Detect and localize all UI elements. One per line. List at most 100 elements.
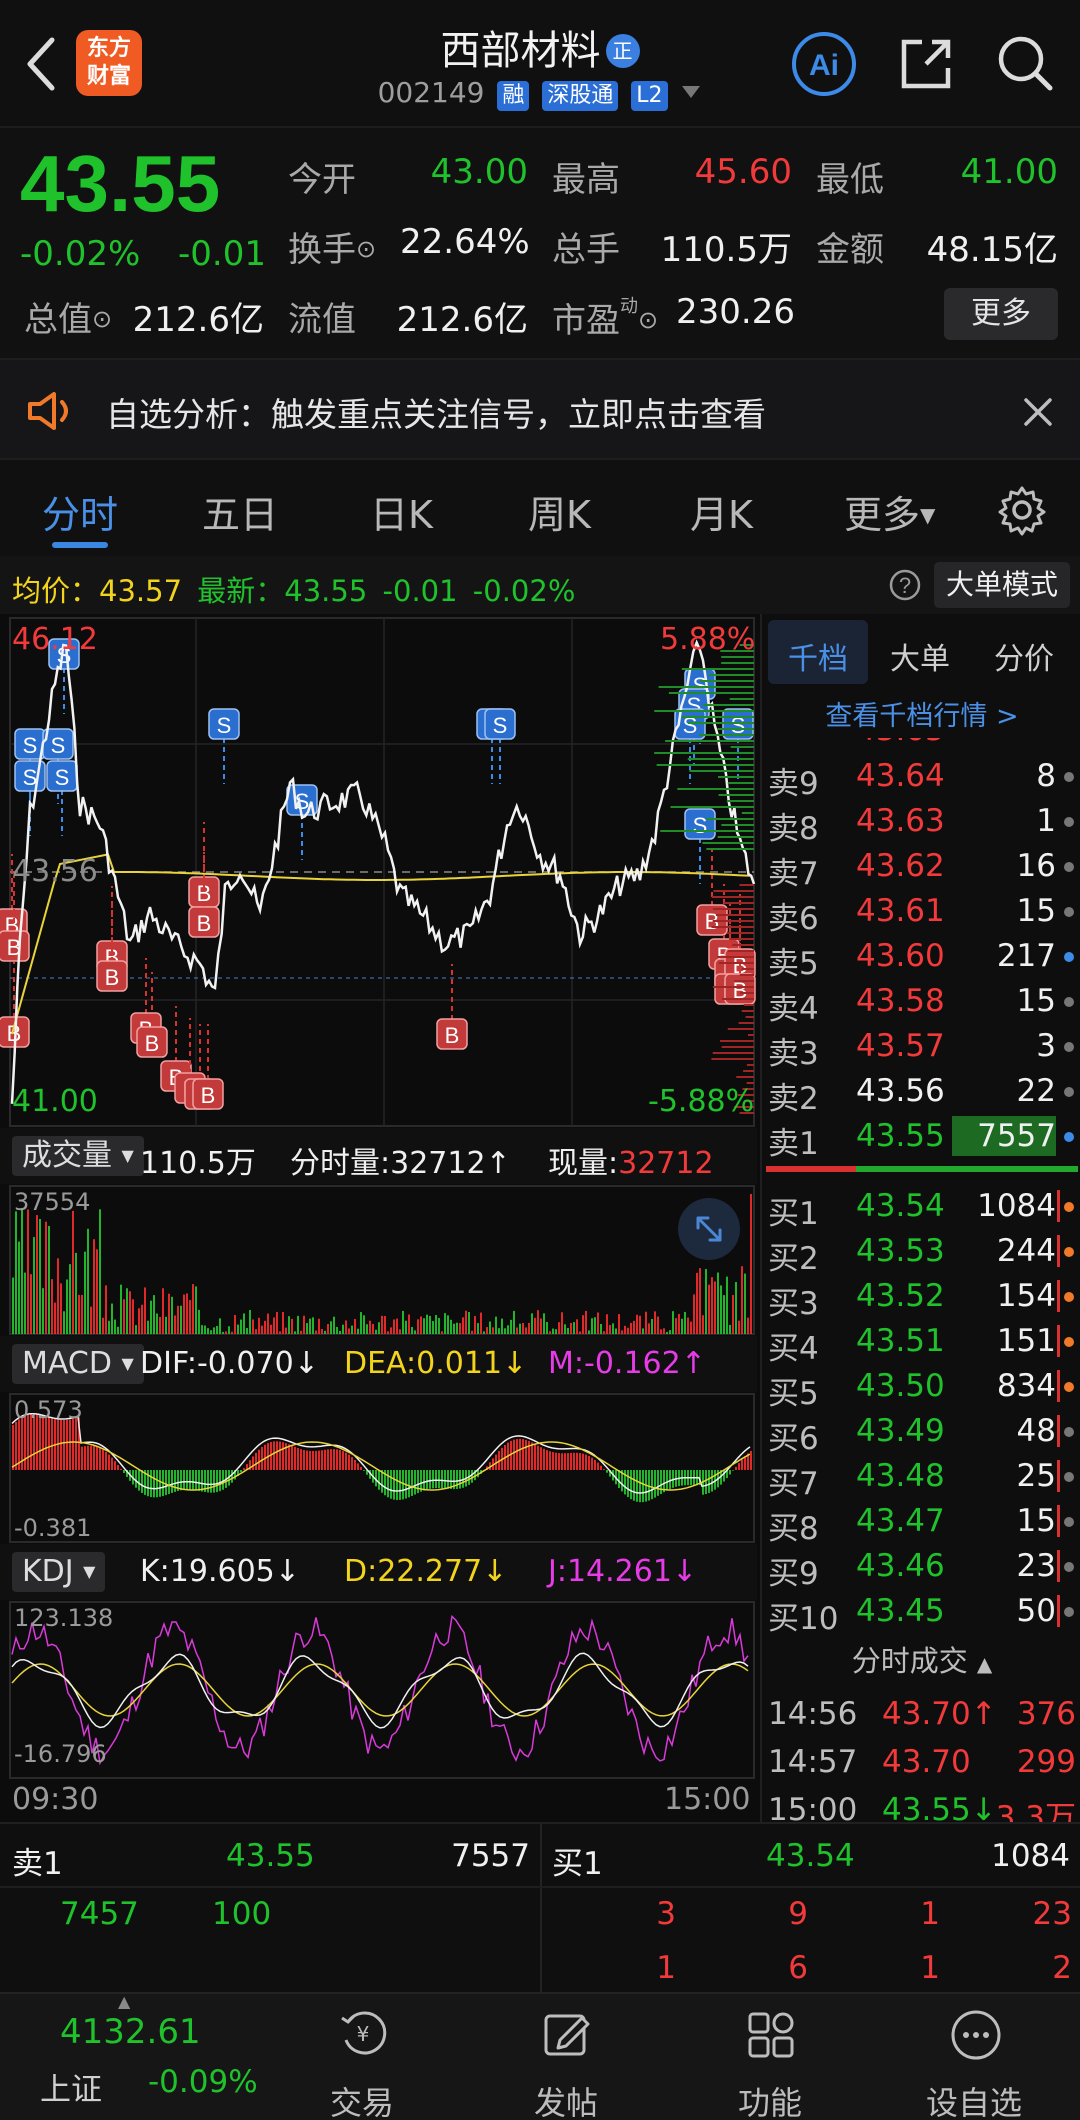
bid-row[interactable]: 买5 43.50 834 bbox=[762, 1364, 1080, 1412]
macd-bar bbox=[99, 1447, 101, 1470]
qiandang-link[interactable]: 查看千档行情 > bbox=[762, 694, 1080, 733]
volume-bar bbox=[549, 1331, 551, 1334]
volume-bar bbox=[111, 1303, 113, 1334]
volume-bar bbox=[51, 1279, 53, 1334]
dot-icon bbox=[1064, 1472, 1074, 1482]
macd-bar bbox=[555, 1452, 557, 1470]
nav-trade[interactable]: ¥ 交易 bbox=[262, 1994, 462, 2120]
macd-bar bbox=[750, 1451, 752, 1470]
volume-bar bbox=[624, 1325, 626, 1334]
macd-bar bbox=[387, 1470, 389, 1498]
trade-row: 14:57 43.70 299 bbox=[762, 1740, 1080, 1785]
tab-dadan[interactable]: 大单 bbox=[890, 634, 950, 678]
help-icon[interactable]: ? bbox=[888, 568, 922, 602]
macd-bar bbox=[66, 1419, 68, 1470]
bid-row[interactable]: 买10 43.45 50 bbox=[762, 1589, 1080, 1637]
macd-bar bbox=[564, 1453, 566, 1470]
buy-order: 2 bbox=[1052, 1950, 1072, 1986]
tab-fenjia[interactable]: 分价 bbox=[994, 634, 1054, 678]
ask-row[interactable]: 卖8 43.63 1 bbox=[762, 799, 1080, 847]
trades-title[interactable]: 分时成交 ▲ bbox=[762, 1638, 1080, 1680]
volume-bar bbox=[294, 1331, 296, 1334]
bid-row[interactable]: 买3 43.52 154 bbox=[762, 1274, 1080, 1322]
settings-icon[interactable] bbox=[996, 484, 1048, 536]
bid-row[interactable]: 买7 43.48 25 bbox=[762, 1454, 1080, 1502]
ask-row[interactable]: 卖3 43.57 3 bbox=[762, 1024, 1080, 1072]
close-icon[interactable] bbox=[1022, 396, 1054, 428]
macd-bar bbox=[729, 1470, 731, 1475]
macd-bar bbox=[348, 1454, 350, 1470]
tab-zhouk[interactable]: 周K bbox=[528, 484, 591, 539]
volume-bar bbox=[696, 1272, 698, 1334]
tab-yuek[interactable]: 月K bbox=[690, 484, 753, 539]
sell-marker-letter: S bbox=[51, 733, 66, 758]
notice-banner[interactable]: 自选分析：触发重点关注信号，立即点击查看 bbox=[0, 358, 1080, 460]
bid-marker bbox=[1057, 1505, 1060, 1537]
dot-icon bbox=[1064, 1132, 1074, 1142]
tab-qiandang[interactable]: 千档 bbox=[788, 634, 848, 678]
volume-bar bbox=[483, 1331, 485, 1334]
search-icon[interactable] bbox=[994, 32, 1056, 94]
intraday-chart[interactable]: SSSSSSSSSSSSSSBBBBBBBBBBBBBBBBBBBB bbox=[0, 614, 757, 1128]
volume-bar bbox=[459, 1323, 461, 1334]
volume-bar bbox=[153, 1295, 155, 1334]
tab-more[interactable]: 更多▼ bbox=[844, 484, 935, 539]
info-icon[interactable]: ⊙ bbox=[638, 306, 658, 334]
ask-row[interactable]: 卖7 43.62 16 bbox=[762, 844, 1080, 892]
share-icon[interactable] bbox=[896, 34, 956, 94]
more-button[interactable]: 更多 bbox=[944, 288, 1058, 340]
nav-add-watchlist[interactable]: 设自选 bbox=[874, 1994, 1074, 2120]
ask-row[interactable]: 卖6 43.61 15 bbox=[762, 889, 1080, 937]
ask-row[interactable]: 卖4 43.58 15 bbox=[762, 979, 1080, 1027]
ask-row[interactable]: 卖2 43.56 22 bbox=[762, 1069, 1080, 1117]
bid-row[interactable]: 买8 43.47 15 bbox=[762, 1499, 1080, 1547]
volume-bar bbox=[444, 1313, 446, 1334]
depth-bar bbox=[689, 770, 754, 772]
nav-function[interactable]: 功能 bbox=[670, 1994, 870, 2120]
bid-row[interactable]: 买4 43.51 151 bbox=[762, 1319, 1080, 1367]
volume-bar bbox=[519, 1323, 521, 1334]
info-icon[interactable]: ⊙ bbox=[92, 305, 112, 333]
dropdown-icon[interactable] bbox=[680, 84, 702, 100]
macd-bar bbox=[213, 1470, 215, 1493]
tab-wuri[interactable]: 五日 bbox=[202, 484, 278, 539]
volume-bar bbox=[627, 1327, 629, 1334]
bid-row[interactable]: 买2 43.53 244 bbox=[762, 1229, 1080, 1277]
volume-bar bbox=[744, 1273, 746, 1334]
ask-row[interactable]: 卖5 43.60 217 bbox=[762, 934, 1080, 982]
macd-bottom-label: -0.381 bbox=[14, 1514, 92, 1542]
mktcap-label: 总值⊙ bbox=[24, 300, 113, 340]
macd-bar bbox=[15, 1421, 17, 1470]
expand-button[interactable] bbox=[678, 1198, 740, 1260]
volume-bar bbox=[555, 1329, 557, 1334]
nav-post[interactable]: 发帖 bbox=[466, 1994, 666, 2120]
macd-bar bbox=[255, 1452, 257, 1470]
volume-bar bbox=[471, 1330, 473, 1334]
ai-icon[interactable]: Ai bbox=[790, 30, 858, 98]
ask-row[interactable]: 卖9 43.64 8 bbox=[762, 754, 1080, 802]
depth-bar bbox=[681, 668, 754, 670]
avg-value: 43.57 bbox=[99, 574, 183, 608]
info-icon[interactable]: ⊙ bbox=[356, 235, 376, 263]
macd-selector[interactable]: MACD ▼ bbox=[12, 1344, 144, 1384]
volume-selector[interactable]: 成交量 ▼ bbox=[12, 1136, 144, 1176]
kdj-selector[interactable]: KDJ ▼ bbox=[12, 1552, 106, 1592]
bid-row[interactable]: 买9 43.46 23 bbox=[762, 1544, 1080, 1592]
bid-volume: 15 bbox=[1016, 1503, 1056, 1539]
macd-bar bbox=[414, 1470, 416, 1495]
big-order-mode-button[interactable]: 大单模式 bbox=[934, 562, 1070, 608]
ask-row[interactable]: 卖1 43.55 7557 bbox=[762, 1114, 1080, 1162]
tab-fenshi[interactable]: 分时 bbox=[42, 484, 118, 539]
index-ticker[interactable]: ▲ 4132.61 上证 -0.09% bbox=[0, 1992, 260, 2120]
trade-volume: 299 bbox=[1016, 1744, 1076, 1780]
buy-order: 23 bbox=[1032, 1896, 1072, 1932]
tab-rik[interactable]: 日K bbox=[370, 484, 433, 539]
macd-bar bbox=[240, 1470, 242, 1473]
volume-bar bbox=[21, 1208, 23, 1334]
bid-row[interactable]: 买6 43.49 48 bbox=[762, 1409, 1080, 1457]
bid-row[interactable]: 买1 43.54 1084 bbox=[762, 1184, 1080, 1232]
buy-marker-letter: B bbox=[145, 1031, 160, 1056]
volume-bar bbox=[261, 1325, 263, 1334]
volume-bar bbox=[612, 1323, 614, 1334]
macd-bar bbox=[651, 1470, 653, 1500]
